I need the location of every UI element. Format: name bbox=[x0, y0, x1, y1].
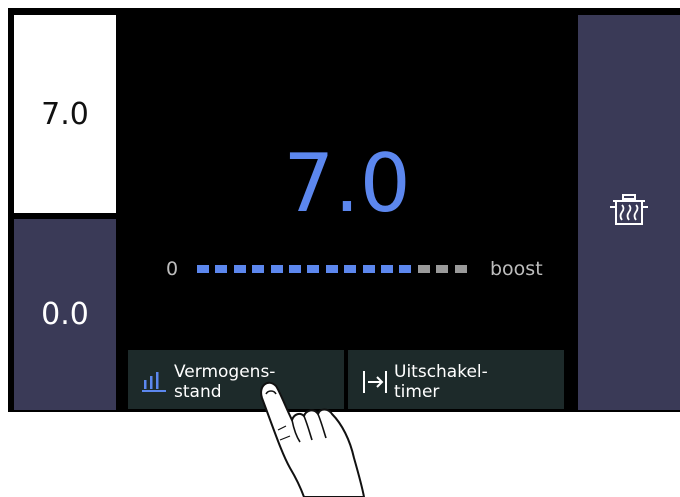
zone-front-selected[interactable]: 7.0 bbox=[14, 15, 116, 213]
zone-rear-value: 0.0 bbox=[41, 297, 89, 332]
level-segment bbox=[381, 265, 393, 273]
level-segment bbox=[362, 265, 375, 273]
level-segment bbox=[233, 265, 246, 273]
bar-chart-icon bbox=[142, 370, 166, 397]
power-level-value: 7.0 bbox=[283, 137, 411, 230]
level-segment bbox=[436, 265, 449, 273]
level-segment bbox=[325, 265, 338, 273]
level-segment bbox=[417, 265, 430, 273]
level-segment bbox=[197, 265, 209, 273]
cooktop-display: 7.0 0.0 7.0 0 boost Vermogens- stand Uit… bbox=[8, 8, 680, 412]
power-level-slider[interactable] bbox=[197, 265, 473, 273]
level-segment bbox=[454, 265, 467, 273]
level-segment bbox=[289, 265, 301, 273]
scale-max-label: boost bbox=[490, 258, 543, 280]
zone-front-value: 7.0 bbox=[41, 96, 89, 132]
scale-min-label: 0 bbox=[166, 258, 179, 280]
level-segment bbox=[215, 265, 228, 273]
cookware-function-button[interactable] bbox=[578, 15, 680, 410]
level-segment bbox=[344, 265, 357, 273]
level-segment bbox=[399, 265, 412, 273]
level-segment bbox=[270, 265, 283, 273]
level-segment bbox=[307, 265, 320, 273]
pointing-hand-icon bbox=[260, 381, 366, 497]
level-segment bbox=[252, 265, 265, 273]
zone-rear[interactable]: 0.0 bbox=[14, 219, 116, 410]
cooking-pot-icon bbox=[609, 193, 649, 233]
